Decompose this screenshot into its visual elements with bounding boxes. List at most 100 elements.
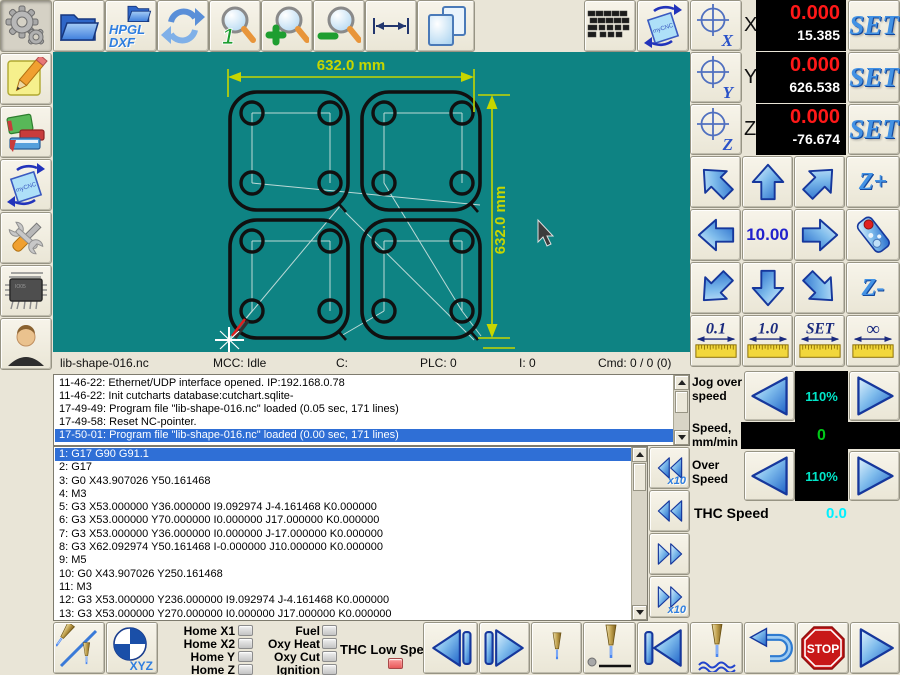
over-speed-increase-button[interactable] bbox=[849, 451, 900, 501]
zero-z-button[interactable]: Z bbox=[690, 104, 742, 155]
crosshair-z-icon: Z bbox=[695, 108, 737, 152]
log-line[interactable]: 11-46-22: Init cutcharts database:cutcha… bbox=[55, 390, 673, 403]
gcode-line[interactable]: 10: G0 X43.907026 Y250.161468 bbox=[55, 568, 631, 581]
over-speed-decrease-x1-button[interactable] bbox=[649, 490, 690, 532]
rotate-screen-button[interactable]: myCNC bbox=[637, 0, 689, 52]
gcode-line[interactable]: 6: G3 X53.000000 Y70.000000 I0.000000 J1… bbox=[55, 514, 631, 527]
probe-material-button[interactable] bbox=[583, 622, 636, 674]
jog-right-button[interactable] bbox=[794, 209, 845, 261]
tools-settings-button[interactable] bbox=[0, 212, 52, 264]
jog-step-1_0-button[interactable]: 1.0 bbox=[742, 315, 793, 367]
jog-over-speed-label: Jog over speed bbox=[692, 375, 744, 403]
torch-test-button[interactable] bbox=[531, 622, 582, 674]
folder-icon bbox=[124, 2, 154, 24]
over-speed-label: Over Speed bbox=[692, 458, 744, 486]
jog-step-set-button[interactable]: SET bbox=[794, 315, 845, 367]
import-hpgl-dxf-button[interactable]: HPGLDXF bbox=[105, 0, 157, 52]
home-y-label: Home Y bbox=[160, 650, 235, 664]
jog-z-minus-button[interactable]: Z- bbox=[846, 262, 900, 314]
home-xyz-button[interactable]: XYZ bbox=[106, 622, 158, 674]
set-y-button[interactable]: SET bbox=[848, 52, 900, 103]
log-line[interactable]: 17-49-58: Reset NC-pointer. bbox=[55, 416, 673, 429]
set-x-button[interactable]: SET bbox=[848, 0, 900, 51]
jog-down-button[interactable] bbox=[742, 262, 793, 314]
jog-up-right-button[interactable] bbox=[794, 156, 845, 208]
open-file-button[interactable] bbox=[53, 0, 105, 52]
user-profile-button[interactable] bbox=[0, 318, 52, 370]
gcode-line[interactable]: 12: G3 X53.000000 Y236.000000 I9.092974 … bbox=[55, 594, 631, 607]
undo-arrow-icon bbox=[746, 625, 794, 671]
over-speed-increase-x10-button[interactable]: x10 bbox=[649, 576, 690, 618]
jog-down-left-button[interactable] bbox=[690, 262, 741, 314]
arrow-down-left-icon bbox=[695, 267, 737, 309]
step-back-button[interactable] bbox=[423, 622, 478, 674]
gcode-line[interactable]: 7: G3 X53.000000 Y36.000000 I0.000000 J-… bbox=[55, 528, 631, 541]
gcode-line[interactable]: 2: G17 bbox=[55, 461, 631, 474]
jog-left-button[interactable] bbox=[690, 209, 741, 261]
virtual-keyboard-button[interactable] bbox=[584, 0, 636, 52]
edit-program-button[interactable] bbox=[0, 53, 52, 105]
gcode-line[interactable]: 13: G3 X53.000000 Y270.000000 I0.000000 … bbox=[55, 608, 631, 621]
measure-button[interactable] bbox=[365, 0, 417, 52]
gcode-scroll-thumb[interactable] bbox=[633, 463, 646, 491]
jog-over-speed-increase-button[interactable] bbox=[849, 371, 900, 421]
remote-control-button[interactable] bbox=[846, 209, 900, 261]
jog-up-left-button[interactable] bbox=[690, 156, 741, 208]
gcode-line[interactable]: 4: M3 bbox=[55, 488, 631, 501]
zoom-in-button[interactable] bbox=[261, 0, 313, 52]
svg-text:Y: Y bbox=[723, 83, 735, 100]
toolpath-preview[interactable]: 632.0 mm 632.0 mm bbox=[53, 52, 690, 352]
gcode-scroll-down-button[interactable] bbox=[632, 605, 647, 620]
jog-step-continuous-button[interactable]: ∞ bbox=[846, 315, 900, 367]
simulation-mode-button[interactable] bbox=[53, 622, 105, 674]
log-scroll-down-button[interactable] bbox=[674, 430, 689, 445]
jog-step-0_1-button[interactable]: 0.1 bbox=[690, 315, 741, 367]
log-line-selected[interactable]: 17-50-01: Program file "lib-shape-016.nc… bbox=[55, 429, 673, 442]
jog-up-button[interactable] bbox=[742, 156, 793, 208]
settings-button[interactable] bbox=[0, 0, 52, 52]
rotate-workpiece-button[interactable]: myCNC bbox=[0, 159, 52, 211]
arrow-up-right-icon bbox=[799, 161, 841, 203]
home-z-label: Home Z bbox=[160, 663, 235, 675]
gcode-line-selected[interactable]: 1: G17 G90 G91.1 bbox=[55, 448, 631, 461]
log-scroll-up-button[interactable] bbox=[674, 375, 689, 390]
jog-over-speed-decrease-button[interactable] bbox=[744, 371, 795, 421]
pierce-cut-button[interactable] bbox=[690, 622, 743, 674]
gcode-line[interactable]: 11: M3 bbox=[55, 581, 631, 594]
over-speed-increase-x1-button[interactable] bbox=[649, 533, 690, 575]
crosshair-y-icon: Y bbox=[695, 56, 737, 100]
stop-button[interactable]: STOP bbox=[797, 622, 849, 674]
log-scroll-thumb[interactable] bbox=[675, 391, 688, 413]
hpgl-dxf-label: HPGLDXF bbox=[109, 23, 145, 49]
start-run-button[interactable] bbox=[850, 622, 900, 674]
fuel-label: Fuel bbox=[254, 624, 320, 638]
rewind-to-start-button[interactable] bbox=[637, 622, 689, 674]
gcode-line[interactable]: 3: G0 X43.907026 Y50.161468 bbox=[55, 475, 631, 488]
copy-view-button[interactable] bbox=[417, 0, 475, 52]
jog-down-right-button[interactable] bbox=[794, 262, 845, 314]
zero-x-button[interactable]: X bbox=[690, 0, 742, 51]
over-speed-decrease-x10-button[interactable]: x10 bbox=[649, 447, 690, 489]
log-line[interactable]: 17-49-49: Program file "lib-shape-016.nc… bbox=[55, 403, 673, 416]
reload-program-button[interactable] bbox=[157, 0, 209, 52]
gcode-scroll-up-button[interactable] bbox=[632, 447, 647, 462]
gcode-line[interactable]: 5: G3 X53.000000 Y36.000000 I9.092974 J-… bbox=[55, 501, 631, 514]
zero-y-button[interactable]: Y bbox=[690, 52, 742, 103]
set-z-button[interactable]: SET bbox=[848, 104, 900, 155]
svg-text:1.0: 1.0 bbox=[757, 318, 777, 337]
back-to-path-button[interactable] bbox=[744, 622, 796, 674]
home-z-led bbox=[238, 664, 253, 675]
jog-step-display[interactable]: 10.00 bbox=[742, 209, 793, 261]
dro-z-display: 0.000 -76.674 bbox=[756, 104, 846, 155]
dro-z-machine: -76.674 bbox=[793, 131, 840, 147]
library-button[interactable] bbox=[0, 106, 52, 158]
gcode-line[interactable]: 8: G3 X62.092974 Y50.161468 I-0.000000 J… bbox=[55, 541, 631, 554]
zoom-out-button[interactable] bbox=[313, 0, 365, 52]
step-forward-button[interactable] bbox=[479, 622, 530, 674]
gcode-line[interactable]: 9: M5 bbox=[55, 554, 631, 567]
zoom-fit-button[interactable]: 1 bbox=[209, 0, 261, 52]
jog-z-plus-button[interactable]: Z+ bbox=[846, 156, 900, 208]
over-speed-decrease-button[interactable] bbox=[744, 451, 795, 501]
hardware-plc-button[interactable]: IO05 bbox=[0, 265, 52, 317]
log-line[interactable]: 11-46-22: Ethernet/UDP interface opened.… bbox=[55, 377, 673, 390]
